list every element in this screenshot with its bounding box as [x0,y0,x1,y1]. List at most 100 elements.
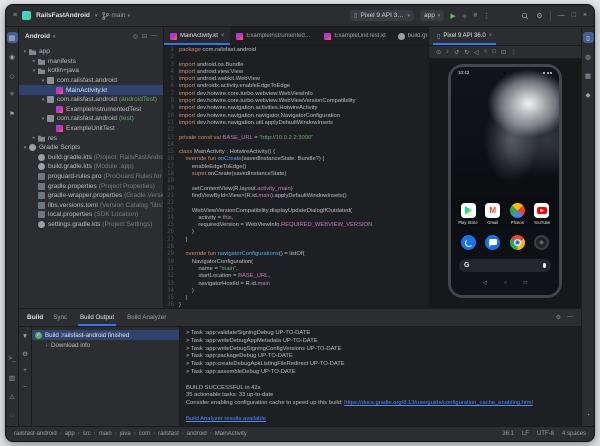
phone-screen[interactable]: 10:42 Play StoreGmailPhotosYouTube G [451,67,559,295]
debug-button[interactable]: ◈ [462,12,467,20]
editor-tab-exampleunittest-kt[interactable]: ExampleUnitTest.kt [318,27,391,45]
hide-panel-icon[interactable]: — [151,33,157,40]
back-button[interactable]: ◁ [474,49,479,56]
mic-icon[interactable] [543,263,546,269]
build-output-link[interactable]: Build Analyzer results available [186,416,266,422]
app-camera[interactable] [534,235,549,250]
tree-item-local-properties[interactable]: local.properties (SDK Location) [19,210,163,220]
project-name[interactable]: RailsFastAndroid [36,12,90,19]
editor-tab-build-gradle-kts-app[interactable]: build.gradle.kts (:app) [392,27,428,45]
breadcrumb-item[interactable]: com [139,431,150,437]
build-tab-sync[interactable]: Sync [51,309,69,326]
app-youtube[interactable]: YouTube [531,203,553,225]
rotate-left-button[interactable]: ↺ [454,49,459,56]
status-utf-8[interactable]: UTF-8 [537,431,554,437]
build-output-link[interactable]: https://docs.gradle.org/8.13/userguide/c… [344,400,533,406]
tree-item-com-railsfast-android[interactable]: ▾com.railsfast.android (androidTest) [19,95,163,105]
build-tree-item-download-info[interactable]: ↓Download info [32,340,179,350]
tree-item-libs-versions-toml[interactable]: libs.versions.toml (Version Catalog "lib… [19,201,163,211]
version-control-icon[interactable]: ◌ [7,410,18,421]
run-button[interactable]: ▶ [450,12,455,20]
structure-icon[interactable]: ≡ [7,89,18,100]
status-4-spaces[interactable]: 4 spaces [562,431,586,437]
close-icon[interactable]: × [489,33,493,39]
build-output-console[interactable]: > Task :app:validateSigningDebug UP-TO-D… [180,327,581,426]
status-36-1[interactable]: 36:1 [502,431,514,437]
build-header-settings-icon[interactable]: ⚙ [556,314,561,321]
tree-item-mainactivity-kt[interactable]: MainActivity.kt [19,85,163,95]
minimize-button[interactable]: — [558,12,565,19]
breadcrumb-item[interactable]: app [65,431,75,437]
close-button[interactable]: × [583,12,587,19]
app-chrome[interactable] [510,235,525,250]
build-tree-item-build-railsfast-android-finished[interactable]: ✓Build :railsfast-android finished [32,330,179,340]
bookmarks-icon[interactable]: ⚑ [7,108,18,119]
tree-item-kotlin-java[interactable]: ▾kotlin+java [19,66,163,76]
project-view-selector[interactable]: Android [25,33,50,40]
tree-item-com-railsfast-android[interactable]: ▾com.railsfast.android [19,76,163,86]
filter-icon[interactable]: ▼ [20,331,31,342]
tree-item-res[interactable]: ▸res [19,133,163,143]
build-tab-build-analyzer[interactable]: Build Analyzer [125,309,168,326]
expand-all-icon[interactable]: + [20,365,31,376]
tree-item-exampleunittest[interactable]: ExampleUnitTest [19,124,163,134]
build-settings-gear-icon[interactable]: ⚙ [20,348,31,359]
app-phone[interactable] [461,235,476,250]
tree-item-manifests[interactable]: ▸manifests [19,57,163,67]
device-selector[interactable]: ▯ Pixel 9 API 36.0 ▾ [350,10,414,21]
tree-item-build-gradle-kts[interactable]: build.gradle.kts (Module :app) [19,162,163,172]
build-tab-build-output[interactable]: Build Output [78,309,116,326]
app-photos[interactable]: Photos [506,203,528,225]
volume-button[interactable]: ♪ [446,49,449,55]
power-button[interactable]: ⊙ [436,49,441,56]
code-editor[interactable]: 1package com.railsfast.android2 3import … [164,46,428,308]
rotate-right-button[interactable]: ↻ [464,49,469,56]
close-icon[interactable]: × [221,33,225,39]
stop-button[interactable]: ■ [473,12,477,19]
running-devices-icon[interactable]: ▯ [583,32,594,43]
gradle-icon[interactable]: ◍ [583,51,594,62]
commit-icon[interactable]: ◉ [7,51,18,62]
device-manager-icon[interactable]: ▦ [583,70,594,81]
locate-file-icon[interactable]: ◎ [133,33,138,40]
tree-item-build-gradle-kts[interactable]: build.gradle.kts (Project: RailsFastAndr… [19,153,163,163]
device-tab[interactable]: ▯ Pixel 9 API 36.0 × [433,27,496,45]
breadcrumb-item[interactable]: android [187,431,207,437]
tree-item-com-railsfast-android[interactable]: ▾com.railsfast.android (test) [19,114,163,124]
more-actions-icon[interactable]: ⋮ [483,12,490,20]
tree-item-gradle-properties[interactable]: gradle.properties (Project Properties) [19,181,163,191]
breadcrumb-item[interactable]: main [99,431,112,437]
nav-overview-icon[interactable]: □ [524,280,527,286]
search-icon[interactable] [521,12,529,20]
main-menu-icon[interactable]: ≡ [13,12,17,19]
google-search-bar[interactable]: G [459,259,551,272]
tree-item-gradle-scripts[interactable]: ▾Gradle Scripts [19,143,163,153]
breadcrumb-item[interactable]: java [120,431,131,437]
notifications-icon[interactable]: ◔ [583,410,594,421]
logcat-icon[interactable]: ▥ [7,372,18,383]
collapse-all-icon[interactable]: ⊟ [142,33,147,40]
breadcrumb-item[interactable]: MainActivity [215,431,247,437]
collapse-all-icon[interactable]: − [20,382,31,393]
breadcrumb-item[interactable]: src [83,431,91,437]
screenshot-button[interactable]: ⊡ [501,49,506,56]
breadcrumb-item[interactable]: railsfast [158,431,179,437]
problems-icon[interactable]: ⚠ [7,391,18,402]
tree-item-settings-gradle-kts[interactable]: settings.gradle.kts (Project Settings) [19,220,163,230]
app-gmail[interactable]: Gmail [482,203,504,225]
tree-item-app[interactable]: ▾app [19,47,163,57]
app-play-store[interactable]: Play Store [457,203,479,225]
assistant-icon[interactable]: ◆ [583,89,594,100]
nav-back-icon[interactable]: ◁ [483,280,487,286]
hide-build-panel-icon[interactable]: — [567,314,573,321]
app-messages[interactable] [485,235,500,250]
run-config-selector[interactable]: app ▾ [420,10,444,21]
pull-requests-icon[interactable]: ◇ [7,70,18,81]
project-icon[interactable]: ▤ [7,32,18,43]
tree-item-exampleinstrumentedtest[interactable]: ExampleInstrumentedTest [19,105,163,115]
editor-tab-exampleinstrumentedtest-kt[interactable]: ExampleInstrumentedTest.kt [230,27,318,45]
settings-gear-icon[interactable]: ⚙ [536,12,542,20]
maximize-button[interactable]: □ [572,12,576,19]
editor-tab-mainactivity-kt[interactable]: MainActivity.kt× [164,27,230,45]
home-button[interactable]: ○ [484,49,488,55]
